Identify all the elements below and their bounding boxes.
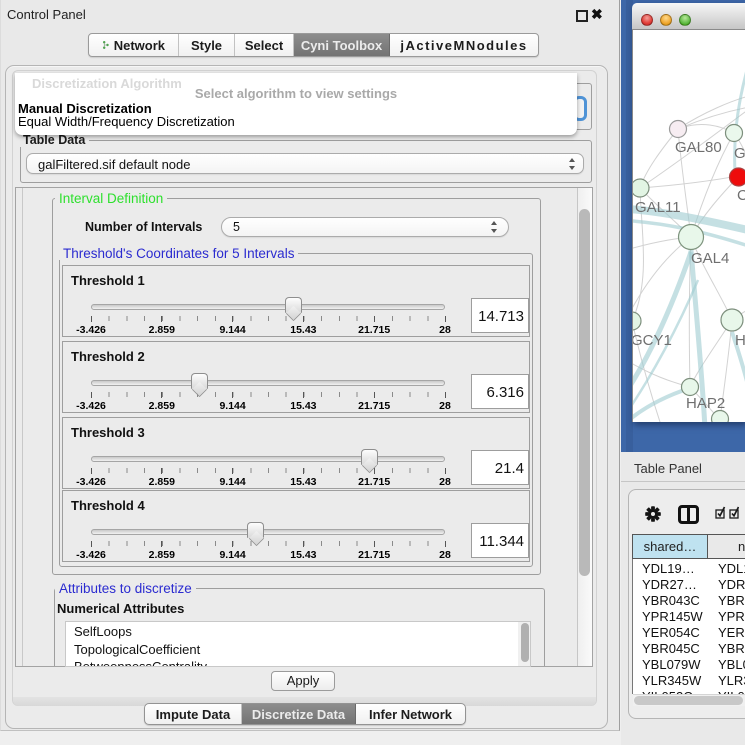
svg-text:HAP2: HAP2 [686, 395, 725, 412]
svg-text:GAL80: GAL80 [675, 139, 722, 156]
svg-text:H: H [735, 332, 745, 349]
svg-text:GAL11: GAL11 [635, 199, 681, 216]
svg-text:C: C [737, 187, 745, 204]
svg-text:GCY1: GCY1 [633, 332, 672, 349]
svg-text:GAL4: GAL4 [691, 250, 729, 267]
svg-text:GA: GA [734, 145, 745, 162]
